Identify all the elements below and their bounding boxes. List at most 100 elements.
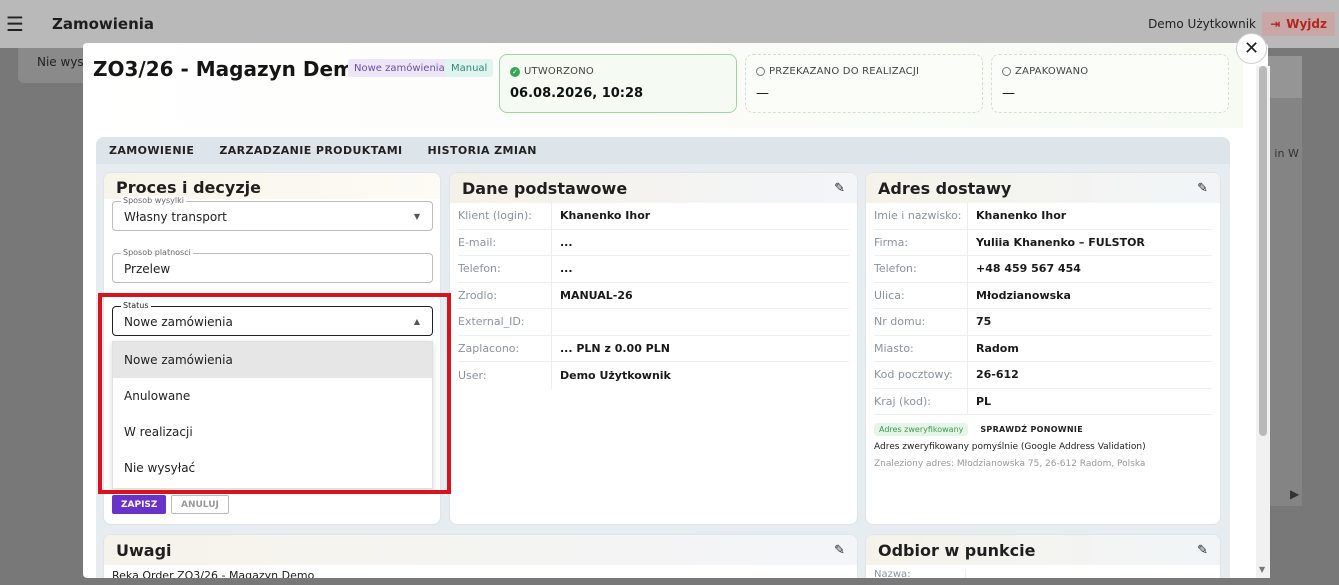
user-name: Demo Użytkownik [1148, 17, 1256, 31]
info-rows: Klient (login): Khanenko Ihor E-mail: ... … [450, 203, 857, 389]
recheck-button[interactable]: SPRAWDŹ PONOWNIE [980, 425, 1083, 434]
empty-circle-icon [1002, 67, 1011, 76]
step-label: UTWORZONO [524, 66, 595, 77]
field-label: Sposob platnosci [121, 248, 193, 258]
row-value: 75 [976, 315, 992, 329]
status-option[interactable]: Nowe zamówienia [113, 342, 432, 378]
row-value: Demo Użytkownik [560, 368, 671, 382]
row-key: Firma: [874, 229, 968, 255]
row-key: Zrodlo: [458, 282, 552, 308]
info-row: Firma: Yuliia Khanenko – FULSTOR [874, 229, 1212, 256]
logout-icon: ⇥ [1270, 17, 1281, 31]
edit-pencil-icon[interactable]: ✎ [834, 181, 845, 196]
info-row: Zaplacono: ... PLN z 0.00 PLN [458, 335, 849, 362]
app-title: Zamowienia [52, 15, 155, 33]
status-option[interactable]: Nie wysyłać [113, 450, 432, 486]
status-option[interactable]: Anulowane [113, 378, 432, 414]
modal-scrollbar[interactable]: ▼ [1256, 66, 1270, 578]
panel-title-text: Adres dostawy [878, 178, 1012, 198]
panel-title-text: Odbior w punkcie [878, 540, 1036, 560]
status-chip: Nowe zamówienia [348, 59, 451, 77]
step-label: PRZEKAZANO DO REALIZACJI [769, 66, 920, 77]
found-address: Znaleziony adres: Młodzianowska 75, 26-6… [874, 459, 1146, 469]
row-value: ... PLN z 0.00 PLN [560, 341, 670, 355]
panel-title: Odbior w punkcie ✎ [866, 535, 1220, 565]
status-select[interactable]: Status Nowe zamówienia ▲ [112, 301, 433, 336]
info-row: Kraj (kod): PL [874, 388, 1212, 415]
edit-pencil-icon[interactable]: ✎ [834, 543, 845, 558]
app-bar: ☰ Zamowienia Demo Użytkownik ⇥ Wyjdz [0, 0, 1339, 48]
row-value: Khanenko Ihor [560, 209, 651, 223]
panel-title-text: Proces i decyzje [116, 177, 261, 197]
row-key: Miasto: [874, 335, 968, 361]
info-row: Ulica: Młodzianowska [874, 282, 1212, 309]
panel-title-text: Uwagi [116, 540, 172, 560]
field-label: Sposob wysylki [121, 196, 186, 206]
row-key: Telefon: [874, 256, 968, 282]
row-value: PL [976, 394, 992, 408]
edit-pencil-icon[interactable]: ✎ [1197, 181, 1208, 196]
tab-zamowienie[interactable]: ZAMOWIENIE [109, 144, 194, 157]
panel-proces: Proces i decyzje Sposob wysylki Własny t… [103, 172, 441, 525]
info-row: Nazwa: [874, 569, 1214, 578]
background-arrow-icon: ▶ [1290, 487, 1300, 501]
info-row: Kod pocztowy: 26-612 [874, 362, 1212, 389]
panel-adres-dostawy: Adres dostawy ✎ Imie i nazwisko: Khanenko… [865, 172, 1221, 525]
step-label: ZAPAKOWANO [1015, 66, 1089, 77]
row-value: +48 459 567 454 [976, 262, 1081, 276]
close-modal-button[interactable]: ✕ [1236, 33, 1267, 64]
row-key: Nr domu: [874, 309, 968, 335]
cancel-button[interactable]: ANULUJ [171, 495, 229, 514]
payment-field[interactable]: Sposob platnosci Przelew [112, 248, 433, 283]
info-row: Miasto: Radom [874, 335, 1212, 362]
tab-zarzadzanie-produktami[interactable]: ZARZADZANIE PRODUKTAMI [219, 144, 402, 157]
step-forwarded: PRZEKAZANO DO REALIZACJI — [745, 54, 983, 113]
row-key: Kod pocztowy: [874, 362, 968, 388]
info-row: Telefon:... [458, 256, 849, 283]
notes-text: Reka Order ZO3/26 - Magazyn Demo [112, 569, 315, 578]
field-value: Własny transport [124, 210, 227, 224]
info-row: Zrodlo: MANUAL-26 [458, 282, 849, 309]
order-modal: ZO3/26 - Magazyn Demo Nowe zamówienia Ma… [83, 43, 1268, 578]
info-row: Nr domu: 75 [874, 309, 1212, 336]
row-key: Imie i nazwisko: [874, 203, 968, 229]
step-value: — [1002, 86, 1015, 101]
panel-uwagi: Uwagi ✎ Reka Order ZO3/26 - Magazyn Demo [103, 534, 858, 578]
logout-button[interactable]: ⇥ Wyjdz [1262, 12, 1335, 36]
row-value: Radom [976, 341, 1019, 355]
row-key: E-mail: [458, 229, 552, 255]
save-button[interactable]: ZAPISZ [112, 495, 167, 514]
logout-label: Wyjdz [1286, 17, 1327, 31]
field-label: Status [121, 301, 151, 311]
check-circle-icon: ✓ [510, 66, 520, 77]
source-chip: Manual [445, 59, 494, 77]
scrollbar-thumb[interactable] [1259, 66, 1267, 436]
shipping-select[interactable]: Sposob wysylki Własny transport ▼ [112, 196, 433, 231]
step-value: — [756, 86, 769, 101]
status-option[interactable]: W realizacji [113, 414, 432, 450]
hamburger-menu-icon[interactable]: ☰ [0, 0, 30, 48]
scroll-down-icon[interactable]: ▼ [1259, 565, 1265, 574]
tab-historia-zmian[interactable]: HISTORIA ZMIAN [428, 144, 537, 157]
step-created: ✓ UTWORZONO 06.08.2026, 10:28 [499, 54, 737, 113]
row-key: User: [458, 362, 552, 389]
row-key: Telefon: [458, 256, 552, 282]
info-row: User: Demo Użytkownik [458, 362, 849, 389]
row-value: MANUAL-26 [560, 288, 633, 302]
row-value: Yuliia Khanenko – FULSTOR [976, 235, 1145, 249]
panel-title: Adres dostawy ✎ [866, 173, 1220, 203]
row-key: External_ID: [458, 309, 552, 335]
row-key: Zaplacono: [458, 335, 552, 361]
panel-title: Uwagi ✎ [104, 535, 857, 565]
verified-message: Adres zweryfikowany pomyślnie (Google Ad… [874, 442, 1146, 452]
caret-up-icon: ▲ [413, 317, 420, 326]
panel-odbior: Odbior w punkcie ✎ Nazwa: [865, 534, 1221, 578]
info-row: Telefon: +48 459 567 454 [874, 256, 1212, 283]
row-value: Młodzianowska [976, 288, 1071, 302]
address-verification: Adres zweryfikowany SPRAWDŹ PONOWNIE Adr… [866, 415, 1220, 469]
edit-pencil-icon[interactable]: ✎ [1197, 543, 1208, 558]
modal-content: ZAMOWIENIE ZARZADZANIE PRODUKTAMI HISTOR… [96, 137, 1230, 578]
verified-badge: Adres zweryfikowany [874, 423, 969, 436]
panel-dane-podstawowe: Dane podstawowe ✎ Klient (login): Khanenk… [449, 172, 858, 525]
row-value: ... [560, 235, 573, 249]
